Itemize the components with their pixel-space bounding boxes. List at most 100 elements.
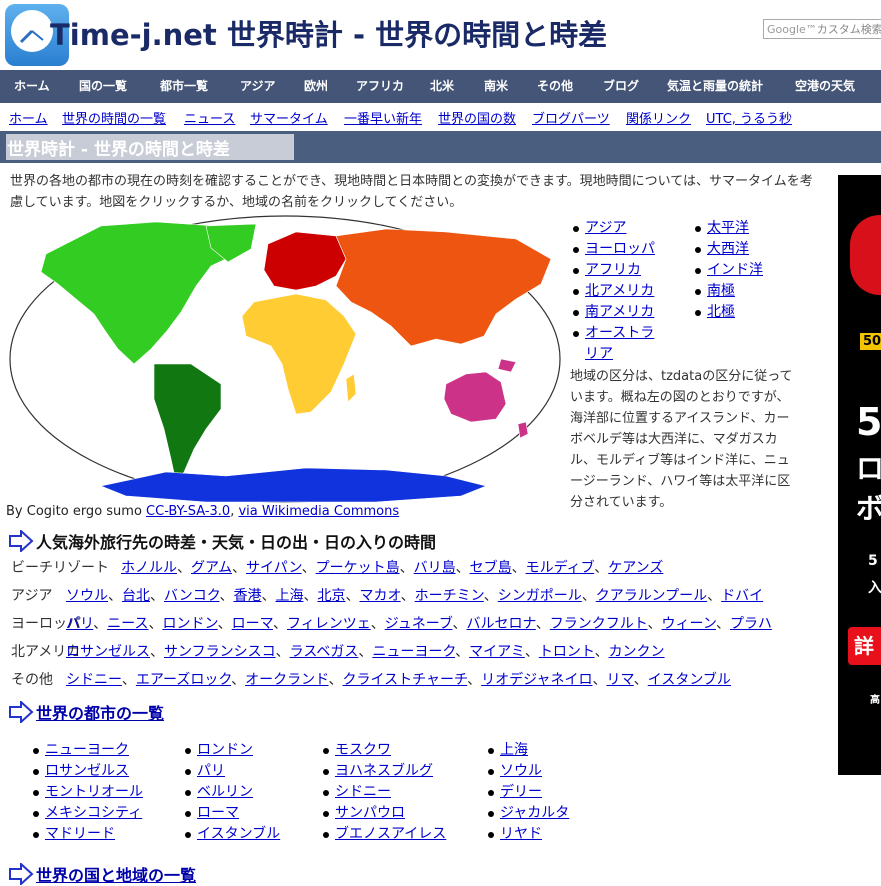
travel-city-link[interactable]: ニューヨーク — [372, 644, 455, 660]
search-input[interactable]: Google™カスタム検索 — [763, 19, 881, 39]
travel-city-link[interactable]: 上海 — [275, 588, 303, 604]
travel-city-link[interactable]: セブ島 — [470, 560, 512, 576]
license-link[interactable]: CC-BY-SA-3.0 — [146, 504, 230, 519]
advertisement-banner[interactable]: 50 5 ロ ボ 5 入 詳 高 — [838, 175, 881, 775]
city-link[interactable]: モントリオール — [45, 784, 143, 800]
travel-city-link[interactable]: シドニー — [66, 672, 122, 688]
travel-city-link[interactable]: ラスベガス — [290, 644, 359, 660]
region-indian[interactable]: インド洋 — [707, 262, 763, 278]
region-europe[interactable]: ヨーロッパ — [585, 241, 655, 257]
travel-city-link[interactable]: ジュネーブ — [385, 616, 453, 632]
city-link[interactable]: 上海 — [500, 742, 528, 758]
city-link[interactable]: ソウル — [500, 763, 542, 779]
site-title[interactable]: Time-j.net 世界時計 - 世界の時間と時差 — [50, 12, 607, 54]
travel-city-link[interactable]: シンガポール — [498, 588, 582, 604]
region-asia[interactable]: アジア — [585, 220, 626, 236]
nav-home[interactable]: ホーム — [14, 70, 50, 103]
city-link[interactable]: パリ — [197, 763, 225, 779]
nav-countries[interactable]: 国の一覧 — [79, 70, 127, 103]
travel-city-link[interactable]: クアラルンプール — [596, 588, 707, 604]
city-link[interactable]: イスタンブル — [197, 826, 280, 842]
city-link[interactable]: ロンドン — [197, 742, 253, 758]
wikimedia-link[interactable]: via Wikimedia Commons — [238, 504, 399, 519]
travel-city-link[interactable]: オークランド — [245, 672, 328, 688]
travel-city-link[interactable]: サイパン — [246, 560, 302, 576]
travel-city-link[interactable]: ソウル — [66, 588, 108, 604]
nav-asia[interactable]: アジア — [240, 70, 276, 103]
travel-city-link[interactable]: プラハ — [730, 616, 772, 632]
travel-city-link[interactable]: 台北 — [122, 588, 150, 604]
travel-city-link[interactable]: グアム — [191, 560, 232, 576]
region-arctic[interactable]: 北極 — [707, 304, 735, 320]
nav-europe[interactable]: 欧州 — [304, 70, 328, 103]
region-south-america[interactable]: 南アメリカ — [585, 304, 654, 320]
subnav-time-list[interactable]: 世界の時間の一覧 — [62, 108, 166, 127]
city-link[interactable]: ブエノスアイレス — [335, 826, 446, 842]
city-link[interactable]: モスクワ — [335, 742, 391, 758]
travel-city-link[interactable]: バルセロナ — [466, 616, 535, 632]
city-link[interactable]: ロサンゼルス — [45, 763, 129, 779]
travel-city-link[interactable]: クライストチャーチ — [343, 672, 468, 688]
subnav-country-count[interactable]: 世界の国の数 — [438, 108, 516, 127]
subnav-home[interactable]: ホーム — [9, 108, 48, 127]
subnav-new-year[interactable]: 一番早い新年 — [344, 108, 422, 127]
travel-city-link[interactable]: リオデジャネイロ — [481, 672, 592, 688]
city-link[interactable]: ベルリン — [197, 784, 253, 800]
travel-city-link[interactable]: マイアミ — [469, 644, 525, 660]
subnav-summer-time[interactable]: サマータイム — [250, 108, 328, 127]
nav-airport-weather[interactable]: 空港の天気 — [795, 70, 855, 103]
city-link[interactable]: メキシコシティ — [45, 805, 142, 821]
travel-city-link[interactable]: ウィーン — [662, 616, 716, 632]
city-link[interactable]: ジャカルタ — [500, 805, 569, 821]
travel-city-link[interactable]: リマ — [606, 672, 633, 688]
region-atlantic[interactable]: 大西洋 — [707, 241, 749, 257]
travel-city-link[interactable]: サンフランシスコ — [164, 644, 276, 660]
subnav-utc[interactable]: UTC, うるう秒 — [706, 108, 792, 127]
travel-city-link[interactable]: フィレンツェ — [287, 616, 371, 632]
region-pacific[interactable]: 太平洋 — [707, 220, 749, 236]
nav-south-america[interactable]: 南米 — [484, 70, 508, 103]
city-link[interactable]: リヤド — [500, 826, 542, 842]
ad-detail-button[interactable]: 詳 — [848, 627, 881, 665]
subnav-blog-parts[interactable]: ブログパーツ — [532, 108, 610, 127]
travel-city-link[interactable]: ケアンズ — [608, 560, 663, 576]
nav-africa[interactable]: アフリカ — [356, 70, 404, 103]
subnav-news[interactable]: ニュース — [184, 108, 235, 127]
travel-city-link[interactable]: ロンドン — [162, 616, 217, 632]
travel-city-link[interactable]: ホノルル — [121, 560, 177, 576]
travel-city-link[interactable]: ローマ — [232, 616, 273, 632]
region-africa[interactable]: アフリカ — [585, 262, 641, 278]
travel-city-link[interactable]: 北京 — [317, 588, 345, 604]
city-link[interactable]: シドニー — [335, 784, 391, 800]
travel-city-link[interactable]: カンクン — [609, 644, 665, 660]
city-link[interactable]: デリー — [500, 784, 542, 800]
nav-other[interactable]: その他 — [537, 70, 573, 103]
nav-blog[interactable]: ブログ — [603, 70, 639, 103]
travel-city-link[interactable]: マカオ — [359, 588, 400, 604]
countries-heading[interactable]: 世界の国と地域の一覧 — [8, 862, 196, 886]
nav-cities[interactable]: 都市一覧 — [160, 70, 208, 103]
travel-city-link[interactable]: プーケット島 — [316, 560, 400, 576]
nav-north-america[interactable]: 北米 — [430, 70, 454, 103]
city-link[interactable]: ニューヨーク — [45, 742, 129, 758]
travel-city-link[interactable]: モルディブ — [526, 560, 595, 576]
travel-city-link[interactable]: バリ島 — [414, 560, 456, 576]
travel-city-link[interactable]: パリ — [66, 616, 93, 632]
travel-city-link[interactable]: 香港 — [233, 588, 261, 604]
region-australia[interactable]: オーストラリア — [585, 325, 654, 362]
travel-city-link[interactable]: ドバイ — [721, 588, 763, 604]
region-antarctica[interactable]: 南極 — [707, 283, 735, 299]
travel-city-link[interactable]: ロサンゼルス — [66, 644, 150, 660]
travel-city-link[interactable]: フランクフルト — [550, 616, 648, 632]
travel-city-link[interactable]: エアーズロック — [136, 672, 231, 688]
travel-city-link[interactable]: ホーチミン — [415, 588, 484, 604]
city-link[interactable]: マドリード — [45, 826, 115, 842]
region-north-america[interactable]: 北アメリカ — [585, 283, 654, 299]
travel-city-link[interactable]: トロント — [539, 644, 595, 660]
travel-city-link[interactable]: ニース — [107, 616, 148, 632]
travel-city-link[interactable]: イスタンブル — [648, 672, 731, 688]
city-link[interactable]: ローマ — [197, 805, 239, 821]
nav-climate[interactable]: 気温と雨量の統計 — [667, 70, 763, 103]
travel-city-link[interactable]: バンコク — [164, 588, 219, 604]
city-link[interactable]: ヨハネスブルグ — [335, 763, 433, 779]
